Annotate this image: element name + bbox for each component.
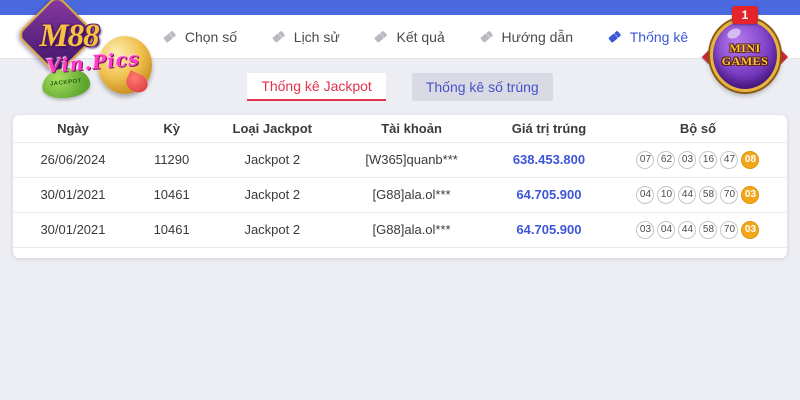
ticket-icon <box>271 29 286 44</box>
nav-tab-4[interactable]: Hướng dẫn <box>479 29 573 45</box>
mini-games-button[interactable]: 1 MINI GAMES <box>701 4 789 100</box>
table-header-row: Ngày Kỳ Loại Jackpot Tài khoản Giá trị trúng… <box>13 115 787 142</box>
table-bottom-line <box>13 246 787 248</box>
lottery-ball: 44 <box>678 185 697 204</box>
nav-tab-label: Lịch sử <box>293 28 340 45</box>
lottery-ball: 04 <box>657 220 676 239</box>
nav-tab-label: Kết quả <box>396 28 445 45</box>
lottery-ball: 58 <box>699 220 718 239</box>
notification-badge: 1 <box>732 6 758 24</box>
bonus-ball: 03 <box>741 185 760 204</box>
account-cell: [G88]ala.ol*** <box>334 211 489 247</box>
nav-tab-label: Hướng dẫn <box>501 28 573 45</box>
column-header: Giá trị trúng <box>511 120 587 136</box>
account-cell: [W365]quanb*** <box>334 141 489 177</box>
nav-tab-3[interactable]: Kết quả <box>373 28 445 45</box>
table-row: 30/01/2021 10461 Jackpot 2 [G88]ala.ol*** 64… <box>13 176 787 212</box>
mini-games-label-line2: GAMES <box>721 54 769 68</box>
ball-set: 03 04 44 58 70 03 <box>609 220 787 239</box>
ball-set: 04 10 44 58 70 03 <box>609 185 787 204</box>
lottery-ball: 10 <box>657 185 676 204</box>
win-value-cell: 638.453.800 <box>488 141 609 177</box>
lottery-ball: 03 <box>636 220 655 239</box>
number-set-cell: 03 04 44 58 70 03 <box>608 211 787 247</box>
nav-tab-label: Thống kê <box>629 28 689 45</box>
period-cell: 10461 <box>132 211 211 247</box>
jackpot-stats-card: Ngày Kỳ Loại Jackpot Tài khoản Giá trị trúng… <box>13 115 787 258</box>
nav-tab-label: Chọn số <box>184 28 238 45</box>
jackpot-type-cell: Jackpot 2 <box>210 211 335 247</box>
bonus-ball: 08 <box>741 150 760 169</box>
nav-items: Chọn số Lịch sử Kết quả Hướng dẫn Thống kê <box>145 15 705 58</box>
jackpot-type-cell: Jackpot 2 <box>210 141 335 177</box>
lottery-ball: 62 <box>657 150 676 169</box>
ball-set: 07 62 03 16 47 08 <box>609 150 787 169</box>
ticket-icon <box>373 29 388 44</box>
win-value-cell: 64.705.900 <box>488 211 609 247</box>
ticket-icon <box>479 29 494 44</box>
lottery-ball: 58 <box>699 185 718 204</box>
lottery-ball: 07 <box>636 150 655 169</box>
date-cell: 30/01/2021 <box>13 211 133 247</box>
mini-games-orb: MINI GAMES <box>710 18 780 92</box>
ticket-icon <box>162 29 177 44</box>
lottery-ball: 16 <box>699 150 718 169</box>
lottery-ball: 70 <box>720 185 739 204</box>
table-row: 26/06/2024 11290 Jackpot 2 [W365]quanb*** 63… <box>13 141 787 177</box>
subtab-1[interactable]: Thống kê Jackpot <box>247 73 386 101</box>
column-header: Loại Jackpot <box>232 120 312 136</box>
bonus-ball: 03 <box>741 220 760 239</box>
subtab-2[interactable]: Thống kê số trúng <box>411 73 553 101</box>
column-header: Ngày <box>57 120 89 136</box>
nav-tab-1[interactable]: Chọn số <box>162 29 237 45</box>
column-header: Bộ số <box>679 120 717 136</box>
period-cell: 11290 <box>132 141 211 177</box>
lottery-ball: 03 <box>678 150 697 169</box>
date-cell: 30/01/2021 <box>13 176 133 212</box>
nav-tab-2[interactable]: Lịch sử <box>271 29 340 45</box>
lottery-ball: 44 <box>678 220 697 239</box>
number-set-cell: 07 62 03 16 47 08 <box>608 141 787 177</box>
lottery-ball: 47 <box>720 150 739 169</box>
lottery-ball: 70 <box>720 220 739 239</box>
account-cell: [G88]ala.ol*** <box>334 176 489 212</box>
lottery-ball: 04 <box>636 185 655 204</box>
logo-ribbon-text: JACKPOT <box>49 78 83 88</box>
ticket-icon <box>607 29 622 44</box>
date-cell: 26/06/2024 <box>13 141 133 177</box>
jackpot-type-cell: Jackpot 2 <box>210 176 335 212</box>
jackpot-stats-table: Ngày Kỳ Loại Jackpot Tài khoản Giá trị trúng… <box>13 115 787 248</box>
number-set-cell: 04 10 44 58 70 03 <box>608 176 787 212</box>
m88-logo[interactable]: M88 JACKPOT Vin.Pics <box>8 0 158 108</box>
period-cell: 10461 <box>132 176 211 212</box>
win-value-cell: 64.705.900 <box>488 176 609 212</box>
table-row: 30/01/2021 10461 Jackpot 2 [G88]ala.ol*** 64… <box>13 211 787 247</box>
column-header: Tài khoản <box>381 120 442 136</box>
column-header: Kỳ <box>163 120 180 136</box>
nav-tab-5[interactable]: Thống kê <box>607 28 689 53</box>
